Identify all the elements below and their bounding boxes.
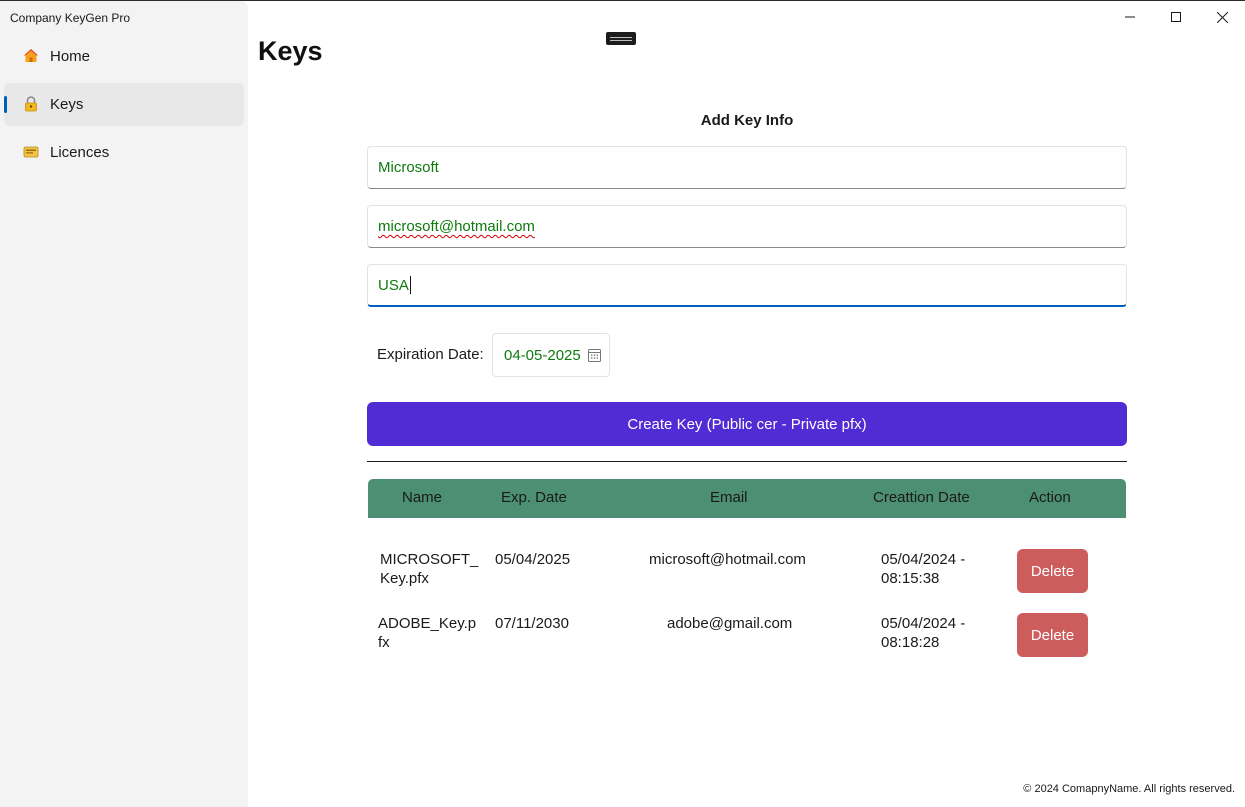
sidebar: Company KeyGen Pro Home Keys Licences [0, 1, 248, 807]
row-created-line2: 08:18:28 [881, 634, 940, 651]
row-name-line1: MICROSOFT_ [380, 551, 479, 568]
row-email: microsoft@hotmail.com [649, 551, 806, 568]
expiration-date-label: Expiration Date: [377, 346, 484, 363]
calendar-icon [588, 348, 601, 362]
app-title: Company KeyGen Pro [10, 11, 131, 25]
table-header: Name Exp. Date Email Creattion Date Acti… [368, 479, 1126, 518]
close-icon [1216, 11, 1228, 23]
column-header-creation-date: Creattion Date [873, 489, 970, 506]
sidebar-item-label: Licences [50, 144, 110, 161]
email-input-value: microsoft@hotmail.com [378, 218, 535, 235]
drag-handle[interactable] [606, 32, 636, 45]
delete-button[interactable]: Delete [1017, 549, 1088, 593]
name-input-value: Microsoft [378, 159, 439, 176]
column-header-action: Action [1029, 489, 1071, 506]
form-heading: Add Key Info [700, 112, 794, 129]
page-title: Keys [258, 36, 323, 66]
delete-button-label: Delete [1030, 626, 1075, 644]
app-window: Company KeyGen Pro Home Keys Licences Ke… [0, 0, 1245, 807]
sidebar-item-keys[interactable]: Keys [4, 83, 244, 126]
row-email: adobe@gmail.com [667, 615, 793, 632]
lock-icon [22, 95, 40, 113]
selection-indicator [4, 96, 7, 113]
divider [367, 461, 1127, 462]
home-icon [22, 47, 40, 65]
license-card-icon [22, 143, 40, 161]
window-controls [1107, 1, 1245, 33]
row-name-line1: ADOBE_Key.p [378, 615, 477, 632]
sidebar-item-label: Keys [50, 96, 84, 113]
column-header-name: Name [402, 489, 443, 506]
country-input[interactable]: USA [367, 264, 1127, 307]
name-input[interactable]: Microsoft [367, 146, 1127, 189]
row-name-line2: Key.pfx [380, 570, 429, 587]
minimize-icon [1125, 16, 1135, 18]
text-caret [409, 276, 411, 294]
create-key-button-label: Create Key (Public cer - Private pfx) [627, 415, 867, 433]
delete-button[interactable]: Delete [1017, 613, 1088, 657]
column-header-email: Email [710, 489, 748, 506]
email-input[interactable]: microsoft@hotmail.com [367, 205, 1127, 248]
country-input-value: USA [378, 276, 409, 294]
expiration-date-value: 04-05-2025 [504, 346, 581, 364]
row-created-line1: 05/04/2024 - [881, 551, 966, 568]
maximize-icon [1171, 12, 1181, 22]
sidebar-item-licences[interactable]: Licences [4, 131, 244, 174]
delete-button-label: Delete [1030, 562, 1075, 580]
minimize-button[interactable] [1107, 1, 1153, 33]
maximize-button[interactable] [1153, 1, 1199, 33]
row-exp-date: 05/04/2025 [495, 551, 571, 568]
expiration-date-picker[interactable]: 04-05-2025 [492, 333, 610, 377]
footer-copyright: © 2024 ComapnyName. All rights reserved. [1023, 783, 1235, 795]
row-created-line2: 08:15:38 [881, 570, 940, 587]
row-exp-date: 07/11/2030 [495, 615, 569, 632]
row-name-line2: fx [378, 634, 390, 651]
create-key-button[interactable]: Create Key (Public cer - Private pfx) [367, 402, 1127, 446]
close-button[interactable] [1199, 1, 1245, 33]
sidebar-item-home[interactable]: Home [4, 35, 244, 78]
sidebar-item-label: Home [50, 48, 91, 65]
column-header-exp-date: Exp. Date [501, 489, 567, 506]
row-created-line1: 05/04/2024 - [881, 615, 966, 632]
